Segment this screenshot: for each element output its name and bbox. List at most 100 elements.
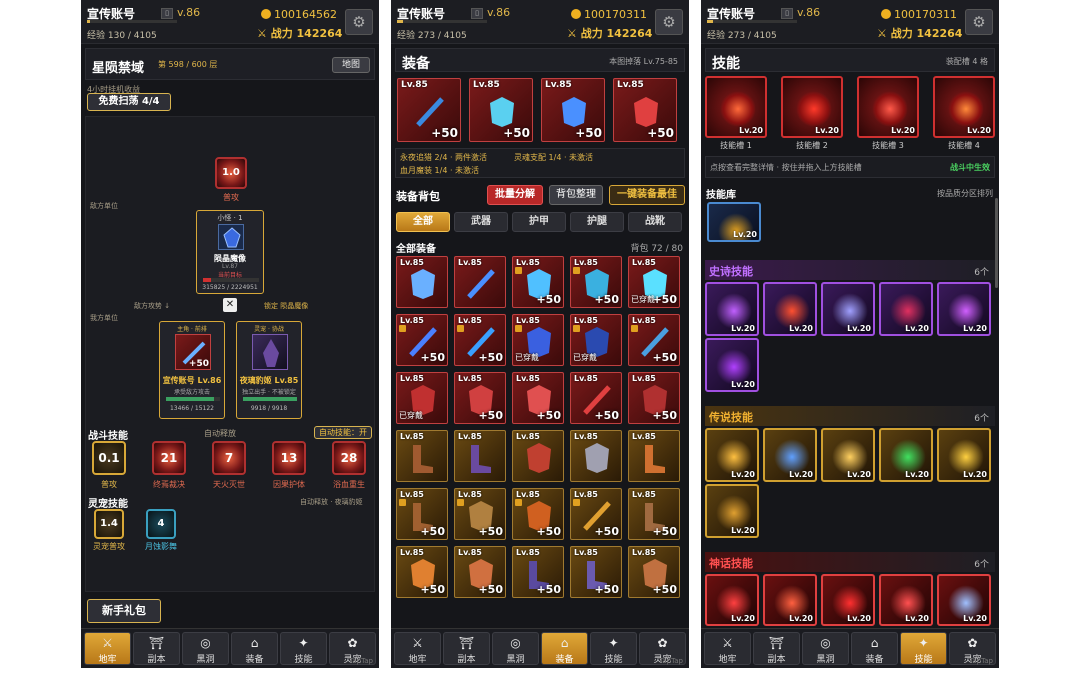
bag-item[interactable]: Lv.85 +50 [512, 488, 564, 540]
batch-decompose-button[interactable]: 批量分解 [487, 185, 543, 205]
nav-tab-1[interactable]: ⛩ 副本 [443, 632, 490, 665]
bag-item[interactable]: Lv.85 [454, 430, 506, 482]
bag-item[interactable]: Lv.85 [396, 256, 448, 308]
library-skill[interactable]: Lv.20 [937, 428, 991, 482]
library-skill[interactable]: Lv.20 [705, 338, 759, 392]
settings-button[interactable]: ⚙ [965, 9, 993, 35]
auto-skill-toggle[interactable]: 自动技能：开 [314, 426, 372, 439]
pet-skill-button[interactable]: 1.4 [94, 509, 124, 539]
xp-text: 经验 273 / 4105 [397, 31, 467, 41]
bag-item[interactable]: Lv.85 +50 [570, 256, 622, 308]
sort-bag-button[interactable]: 背包整理 [549, 185, 603, 205]
bag-item[interactable]: Lv.85 +50 [570, 546, 622, 598]
battle-skill-button[interactable]: 28 [332, 441, 366, 475]
library-skill[interactable]: Lv.20 [821, 428, 875, 482]
enemy-card[interactable]: 小怪 · 1 陨晶魔像 Lv.87 当前目标 315825 / 2224951 [196, 210, 264, 294]
bag-item[interactable]: Lv.85 +50 [454, 372, 506, 424]
equipped-item[interactable]: Lv.85 +50 [613, 78, 677, 142]
bag-item[interactable]: Lv.85 已穿戴 [512, 314, 564, 366]
bag-item[interactable]: Lv.85 [512, 430, 564, 482]
library-skill[interactable]: Lv.20 [705, 574, 759, 626]
library-scrollbar[interactable] [995, 198, 998, 288]
nav-tab-1[interactable]: ⛩ 副本 [133, 632, 180, 665]
bag-item[interactable]: Lv.85 +50 [628, 314, 680, 366]
nav-tab-2[interactable]: ◎ 黑洞 [182, 632, 229, 665]
bag-item[interactable]: Lv.85 +50 [570, 372, 622, 424]
nav-tab-4[interactable]: ✦ 技能 [590, 632, 637, 665]
bag-item[interactable]: Lv.85 [396, 430, 448, 482]
pet-portrait-icon [252, 334, 288, 370]
equipped-item[interactable]: Lv.85 +50 [541, 78, 605, 142]
library-skill[interactable]: Lv.20 [821, 282, 875, 336]
nav-tab-3[interactable]: ⌂ 装备 [851, 632, 898, 665]
library-skill[interactable]: Lv.20 [937, 282, 991, 336]
bag-item[interactable]: Lv.85 +50 [454, 488, 506, 540]
bag-item[interactable]: Lv.85 +50 [512, 546, 564, 598]
library-skill[interactable]: Lv.20 [879, 574, 933, 626]
skill-slot[interactable]: Lv.20 [705, 76, 767, 138]
filter-tab[interactable]: 护腿 [570, 212, 624, 232]
filter-tab[interactable]: 武器 [454, 212, 508, 232]
bag-item[interactable]: Lv.85 +50 [512, 256, 564, 308]
nav-tab-0[interactable]: ⚔ 地牢 [84, 632, 131, 665]
bag-item[interactable]: Lv.85 已穿戴 [396, 372, 448, 424]
bag-item[interactable]: Lv.85 +50 [396, 546, 448, 598]
skill-slot[interactable]: Lv.20 [933, 76, 995, 138]
bag-item[interactable]: Lv.85 +50 [628, 372, 680, 424]
skill-slot[interactable]: Lv.20 [781, 76, 843, 138]
library-skill[interactable]: Lv.20 [705, 428, 759, 482]
bag-item[interactable]: Lv.85 [628, 430, 680, 482]
library-skill[interactable]: Lv.20 [763, 574, 817, 626]
bag-item[interactable]: Lv.85 [570, 430, 622, 482]
library-skill[interactable]: Lv.20 [705, 484, 759, 538]
skill-slot[interactable]: Lv.20 [857, 76, 919, 138]
sweep-button[interactable]: 免费扫荡 4/4 [87, 93, 171, 111]
pet-card[interactable]: 灵宠 · 协战 夜璃豹姬 Lv.85 独立出手 · 不被锁定 9918 / 99… [236, 321, 302, 419]
bag-item[interactable]: Lv.85 已穿戴 [570, 314, 622, 366]
settings-button[interactable]: ⚙ [655, 9, 683, 35]
equipped-item[interactable]: Lv.85 +50 [469, 78, 533, 142]
pet-skill-button[interactable]: 4 [146, 509, 176, 539]
nav-tab-4[interactable]: ✦ 技能 [280, 632, 327, 665]
battle-skill-button[interactable]: 0.1 [92, 441, 126, 475]
settings-button[interactable]: ⚙ [345, 9, 373, 35]
equip-best-button[interactable]: 一键装备最佳 [609, 185, 685, 205]
filter-tab[interactable]: 护甲 [512, 212, 566, 232]
nav-tab-2[interactable]: ◎ 黑洞 [802, 632, 849, 665]
skill-emblem-icon [948, 91, 984, 127]
library-skill[interactable]: Lv.20 [763, 428, 817, 482]
bag-item[interactable]: Lv.85 +50 [454, 314, 506, 366]
nav-tab-3[interactable]: ⌂ 装备 [541, 632, 588, 665]
bag-item[interactable]: Lv.85 [454, 256, 506, 308]
library-skill[interactable]: Lv.20 [763, 282, 817, 336]
bag-item[interactable]: Lv.85 +50 [512, 372, 564, 424]
battle-skill-button[interactable]: 13 [272, 441, 306, 475]
nav-tab-0[interactable]: ⚔ 地牢 [394, 632, 441, 665]
bag-item[interactable]: Lv.85 +50 [454, 546, 506, 598]
library-skill[interactable]: Lv.20 [707, 202, 761, 242]
battle-skill-button[interactable]: 21 [152, 441, 186, 475]
library-skill[interactable]: Lv.20 [937, 574, 991, 626]
bag-item[interactable]: Lv.85 +50 [570, 488, 622, 540]
nav-tab-3[interactable]: ⌂ 装备 [231, 632, 278, 665]
library-skill[interactable]: Lv.20 [879, 282, 933, 336]
nav-tab-1[interactable]: ⛩ 副本 [753, 632, 800, 665]
filter-tab[interactable]: 战靴 [628, 212, 682, 232]
library-skill[interactable]: Lv.20 [821, 574, 875, 626]
nav-tab-2[interactable]: ◎ 黑洞 [492, 632, 539, 665]
hero-card[interactable]: 主角 · 前排 +50 宣传账号 Lv.86 承受敌方攻击 13466 / 15… [159, 321, 225, 419]
nav-tab-0[interactable]: ⚔ 地牢 [704, 632, 751, 665]
bag-item[interactable]: Lv.85 +50 [628, 546, 680, 598]
nav-tab-4[interactable]: ✦ 技能 [900, 632, 947, 665]
bag-item[interactable]: Lv.85 +50 已穿戴 [628, 256, 680, 308]
bag-item[interactable]: Lv.85 +50 [396, 488, 448, 540]
bag-item[interactable]: Lv.85 +50 [396, 314, 448, 366]
bag-item[interactable]: Lv.85 +50 [628, 488, 680, 540]
library-skill[interactable]: Lv.20 [705, 282, 759, 336]
filter-tab[interactable]: 全部 [396, 212, 450, 232]
map-button[interactable]: 地图 [332, 57, 370, 73]
equipped-item[interactable]: Lv.85 +50 [397, 78, 461, 142]
library-skill[interactable]: Lv.20 [879, 428, 933, 482]
starter-gift-button[interactable]: 新手礼包 [87, 599, 161, 623]
battle-skill-button[interactable]: 7 [212, 441, 246, 475]
